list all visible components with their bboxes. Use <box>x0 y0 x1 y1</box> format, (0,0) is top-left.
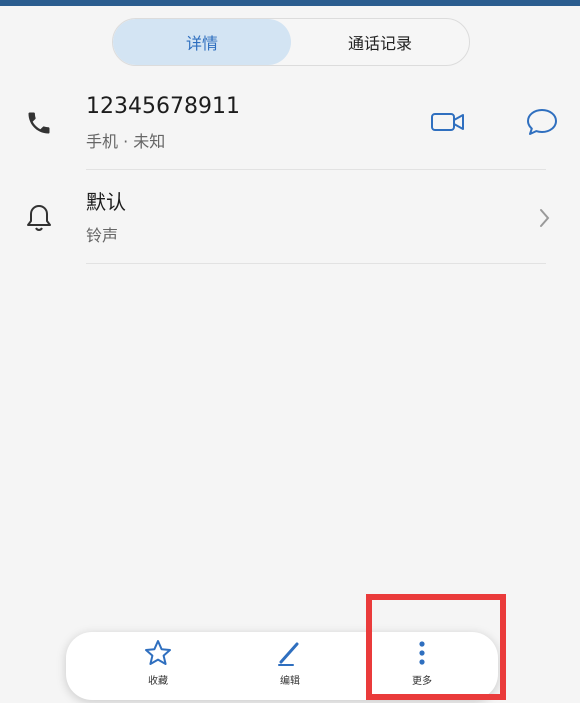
star-icon <box>143 638 173 668</box>
phone-number: 12345678911 <box>86 94 240 119</box>
ringtone-label: 铃声 <box>86 226 119 245</box>
edit-label: 编辑 <box>280 676 300 687</box>
favorite-button[interactable]: 收藏 <box>128 638 188 694</box>
chevron-right-icon <box>524 198 564 238</box>
phone-icon <box>22 106 56 140</box>
bell-icon <box>22 200 56 234</box>
tab-details[interactable]: 详情 <box>113 19 291 65</box>
segment-tabs: 详情 通话记录 <box>112 18 470 66</box>
row-divider <box>86 263 546 264</box>
more-button[interactable]: 更多 <box>392 638 452 694</box>
phone-type-label: 手机 · 未知 <box>86 132 166 151</box>
ringtone-row[interactable]: 默认 铃声 <box>0 172 580 264</box>
more-label: 更多 <box>412 676 432 687</box>
favorite-label: 收藏 <box>148 676 168 687</box>
tab-call-log[interactable]: 通话记录 <box>291 19 469 65</box>
edit-button[interactable]: 编辑 <box>260 638 320 694</box>
more-vertical-icon <box>407 638 437 668</box>
video-call-icon <box>430 110 466 138</box>
pencil-icon <box>275 638 305 668</box>
video-call-button[interactable] <box>428 104 468 144</box>
bottom-action-bar: 收藏 编辑 更多 <box>66 632 498 700</box>
top-status-edge <box>0 0 580 6</box>
ringtone-value: 默认 <box>86 190 126 214</box>
phone-number-row[interactable]: 12345678911 手机 · 未知 <box>0 82 580 170</box>
row-divider <box>86 169 546 170</box>
message-icon <box>525 106 559 142</box>
message-button[interactable] <box>522 104 562 144</box>
